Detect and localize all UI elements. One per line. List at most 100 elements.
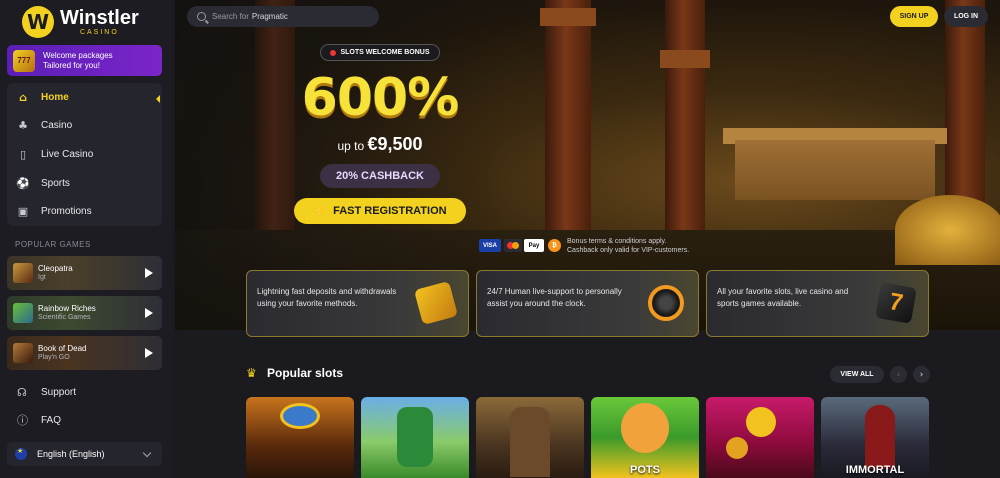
slot-seven-icon: 7 xyxy=(875,282,917,324)
game-thumbnail xyxy=(13,343,33,363)
slot-tile[interactable] xyxy=(476,397,584,478)
feature-card-support: 24/7 Human live-support to personally as… xyxy=(476,270,699,337)
feature-text: All your favorite slots, live casino and… xyxy=(717,287,849,308)
collapse-sidebar-icon[interactable] xyxy=(156,95,160,103)
fast-registration-label: FAST REGISTRATION xyxy=(333,205,447,217)
feature-text: 24/7 Human live-support to personally as… xyxy=(487,287,622,308)
game-thumbnail xyxy=(13,303,33,323)
home-icon: ⌂ xyxy=(19,90,27,104)
game-thumbnail xyxy=(13,263,33,283)
welcome-packages-banner[interactable]: 777 Welcome packages Tailored for you! xyxy=(7,45,162,76)
nav-item-promotions[interactable]: ▣ Promotions xyxy=(7,197,162,225)
search-icon xyxy=(197,12,206,21)
cherry-icon xyxy=(330,49,337,56)
logo-text: Winstler CASINO xyxy=(60,8,139,36)
game-name: Cleopatra xyxy=(38,264,73,273)
search-input[interactable]: Search for Pragmatic xyxy=(187,6,379,27)
cards-icon: ▯ xyxy=(19,147,27,161)
cashback-badge: 20% CASHBACK xyxy=(320,164,440,188)
fire-icon: ♛ xyxy=(246,366,257,380)
slot-777-icon: 777 xyxy=(13,49,35,72)
play-icon[interactable] xyxy=(145,268,153,278)
popular-game-item[interactable]: Book of Dead Play'n GO xyxy=(7,336,162,370)
faq-label: FAQ xyxy=(41,414,62,426)
terms-line1: Bonus terms & conditions apply. xyxy=(567,238,667,245)
prev-arrow-button[interactable]: ‹ xyxy=(890,366,907,383)
feature-card-games: All your favorite slots, live casino and… xyxy=(706,270,929,337)
info-icon: ⓘ xyxy=(17,414,28,427)
visa-icon: VISA xyxy=(479,239,501,252)
search-placeholder: Search for xyxy=(212,12,249,21)
support-label: Support xyxy=(41,386,77,398)
popular-games-heading: POPULAR GAMES xyxy=(15,240,91,249)
nav-label: Casino xyxy=(41,119,73,131)
gift-icon: ▣ xyxy=(17,204,29,218)
eye-of-horus-icon xyxy=(280,403,320,429)
sidebar: W Winstler CASINO 777 Welcome packages T… xyxy=(0,0,172,478)
log-in-button[interactable]: LOG IN xyxy=(944,6,988,27)
fast-registration-button[interactable]: ⚡ FAST REGISTRATION xyxy=(294,198,466,224)
play-icon[interactable] xyxy=(145,348,153,358)
support-link[interactable]: ☊ Support xyxy=(17,382,157,402)
sign-up-button[interactable]: SIGN UP xyxy=(890,6,938,27)
slot-tile[interactable] xyxy=(706,397,814,478)
main-nav: ⌂ Home ♣ Casino ▯ Live Casino ⚽ Sports ▣… xyxy=(7,83,162,226)
slot-title: POTS xyxy=(630,464,660,476)
nav-label: Promotions xyxy=(41,205,92,217)
game-provider: Igt xyxy=(38,274,46,281)
mastercard-icon xyxy=(504,239,522,252)
bitcoin-icon: ₿ xyxy=(548,239,561,252)
faq-link[interactable]: ⓘ FAQ xyxy=(17,410,157,430)
pillar-capital xyxy=(540,8,596,26)
bonus-tag-label: SLOTS WELCOME BONUS xyxy=(340,49,430,56)
apple-pay-icon: Pay xyxy=(524,239,544,252)
nav-label: Home xyxy=(41,91,69,103)
headset-icon: ☊ xyxy=(17,385,27,399)
play-icon[interactable] xyxy=(145,308,153,318)
slots-welcome-bonus-tag: SLOTS WELCOME BONUS xyxy=(320,44,440,61)
slot-title: IMMORTAL xyxy=(845,464,905,476)
leprechaun-gold-art xyxy=(621,403,669,453)
slot-tile[interactable]: POTS xyxy=(591,397,699,478)
slot-tile[interactable]: IMMORTAL xyxy=(821,397,929,478)
gold-pile xyxy=(895,195,1000,265)
popular-game-item[interactable]: Rainbow Riches Scientific Games xyxy=(7,296,162,330)
headset-icon xyxy=(648,285,684,321)
view-all-button[interactable]: VIEW ALL xyxy=(830,366,884,383)
explorer-art xyxy=(510,407,550,477)
eu-flag-icon xyxy=(15,447,27,460)
bonus-terms: Bonus terms & conditions apply. Cashback… xyxy=(567,237,689,255)
nav-item-live-casino[interactable]: ▯ Live Casino xyxy=(7,140,162,168)
app-root: W Winstler CASINO 777 Welcome packages T… xyxy=(0,0,1000,478)
bonus-percent: 600% xyxy=(301,68,460,128)
upto-prefix: up to xyxy=(337,139,365,153)
brand-name: Winstler xyxy=(60,7,139,29)
nav-item-sports[interactable]: ⚽ Sports xyxy=(7,169,162,197)
chevron-down-icon xyxy=(142,448,152,458)
game-provider: Play'n GO xyxy=(38,354,70,361)
game-name: Rainbow Riches xyxy=(38,304,96,313)
nav-item-casino[interactable]: ♣ Casino xyxy=(7,111,162,139)
wallet-icon xyxy=(413,280,459,326)
nav-item-home[interactable]: ⌂ Home xyxy=(7,83,162,111)
football-icon: ⚽ xyxy=(16,176,30,190)
cherries-icon: ♣ xyxy=(18,118,28,132)
leprechaun-art xyxy=(397,407,433,467)
logo[interactable]: W Winstler CASINO xyxy=(22,4,152,40)
pillar-capital xyxy=(660,50,710,68)
hero-pillar xyxy=(665,0,705,230)
slot-tile[interactable] xyxy=(246,397,354,478)
feature-card-deposits: Lightning fast deposits and withdrawals … xyxy=(246,270,469,337)
popular-game-item[interactable]: Cleopatra Igt xyxy=(7,256,162,290)
next-arrow-button[interactable]: › xyxy=(913,366,930,383)
nav-label: Sports xyxy=(41,177,70,189)
game-provider: Scientific Games xyxy=(38,314,91,321)
logo-mark: W xyxy=(22,6,54,38)
game-name: Book of Dead xyxy=(38,344,87,353)
feature-text: Lightning fast deposits and withdrawals … xyxy=(257,287,397,308)
slot-tile[interactable] xyxy=(361,397,469,478)
upto-amount: €9,500 xyxy=(367,134,423,154)
lightning-icon: ⚡ xyxy=(313,205,328,218)
language-selector[interactable]: English (English) xyxy=(7,442,162,466)
vampire-art xyxy=(865,405,895,469)
